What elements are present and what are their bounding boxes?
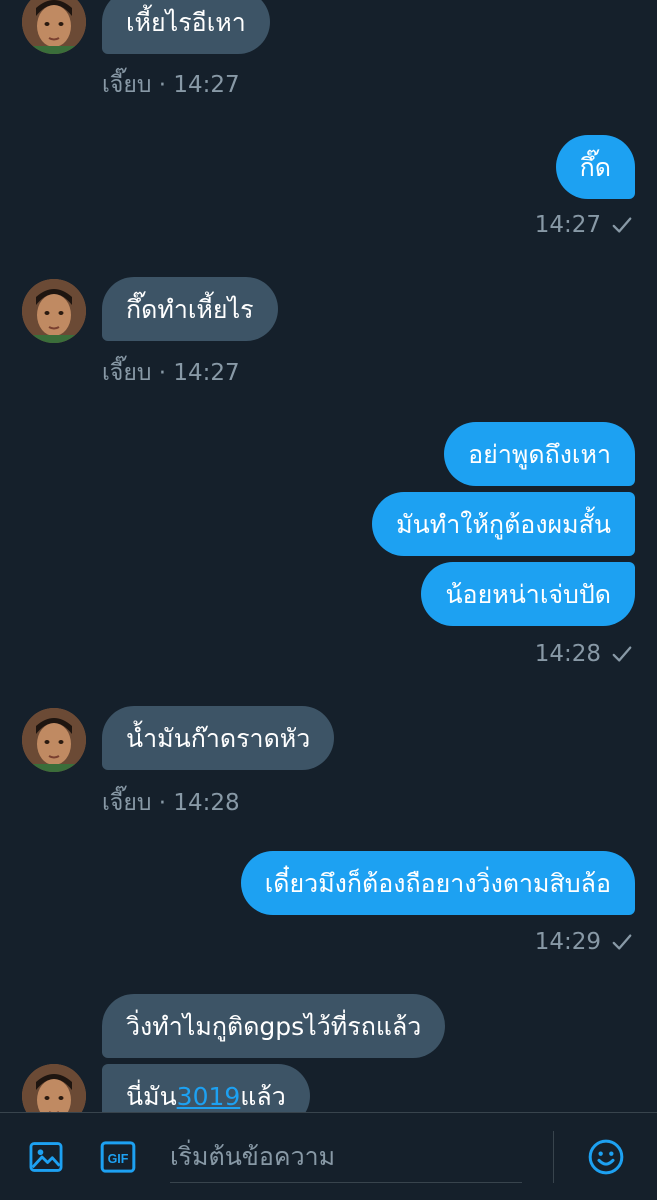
message-meta: เจี๊ยบ · 14:28	[102, 790, 240, 816]
message-text: เดี๋ยวมึงก็ต้องถือยางวิ่งตามสิบล้อ	[264, 868, 611, 898]
message-text: วิ่งทำไมกูติดgpsไว้ที่รถแล้ว	[126, 1011, 422, 1041]
message-text: อย่าพูดถึงเหา	[468, 439, 611, 469]
message-input-wrapper	[170, 1131, 522, 1183]
check-icon	[612, 934, 632, 950]
message-time: 14:28	[534, 641, 601, 667]
message-meta: 14:27	[535, 212, 633, 238]
add-gif-button[interactable]: GIF	[96, 1135, 140, 1179]
message-time: 14:29	[534, 929, 601, 955]
message-bubble-outgoing[interactable]: อย่าพูดถึงเหา	[444, 422, 635, 486]
avatar[interactable]	[22, 0, 86, 54]
message-meta: 14:28	[535, 641, 633, 667]
check-icon	[612, 646, 632, 662]
message-meta: 14:29	[535, 929, 633, 955]
emoji-button[interactable]	[584, 1135, 628, 1179]
message-bubble-outgoing[interactable]: น้อยหน่าเจ่บปัด	[421, 562, 635, 626]
message-bubble-incoming[interactable]: เหี้ยไรอีเหา	[102, 0, 270, 54]
divider	[553, 1131, 554, 1183]
composer-bar: GIF	[0, 1112, 657, 1200]
avatar[interactable]	[22, 708, 86, 772]
gif-label: GIF	[108, 1152, 129, 1166]
message-bubble-incoming[interactable]: วิ่งทำไมกูติดgpsไว้ที่รถแล้ว	[102, 994, 446, 1058]
message-time: 14:27	[534, 212, 601, 238]
message-bubble-outgoing[interactable]: กึ๊ด	[555, 135, 635, 199]
message-text: กึ๊ด	[579, 152, 611, 182]
gif-icon: GIF	[100, 1141, 136, 1173]
message-bubble-outgoing[interactable]: เดี๋ยวมึงก็ต้องถือยางวิ่งตามสิบล้อ	[240, 851, 635, 915]
image-icon	[29, 1142, 63, 1172]
message-text: น้ำมันก๊าดราดหัว	[126, 723, 311, 753]
check-icon	[612, 217, 632, 233]
message-bubble-incoming[interactable]: กึ๊ดทำเหี้ยไร	[102, 277, 278, 341]
avatar[interactable]	[22, 279, 86, 343]
message-input[interactable]	[170, 1131, 522, 1182]
message-text: กึ๊ดทำเหี้ยไร	[126, 294, 254, 324]
add-photo-button[interactable]	[24, 1135, 68, 1179]
message-meta: เจี๊ยบ · 14:27	[102, 72, 240, 98]
message-meta: เจี๊ยบ · 14:27	[102, 360, 240, 386]
message-link[interactable]: 3019	[177, 1084, 241, 1109]
message-bubble-incoming[interactable]: น้ำมันก๊าดราดหัว	[102, 706, 335, 770]
message-text-before: นี่มัน	[126, 1081, 177, 1111]
message-text: มันทำให้กูต้องผมสั้น	[396, 509, 611, 539]
message-bubble-outgoing[interactable]: มันทำให้กูต้องผมสั้น	[372, 492, 635, 556]
message-text: เหี้ยไรอีเหา	[126, 7, 246, 37]
message-text-after: แล้ว	[240, 1081, 286, 1111]
message-text: น้อยหน่าเจ่บปัด	[445, 579, 611, 609]
emoji-icon	[588, 1139, 624, 1175]
